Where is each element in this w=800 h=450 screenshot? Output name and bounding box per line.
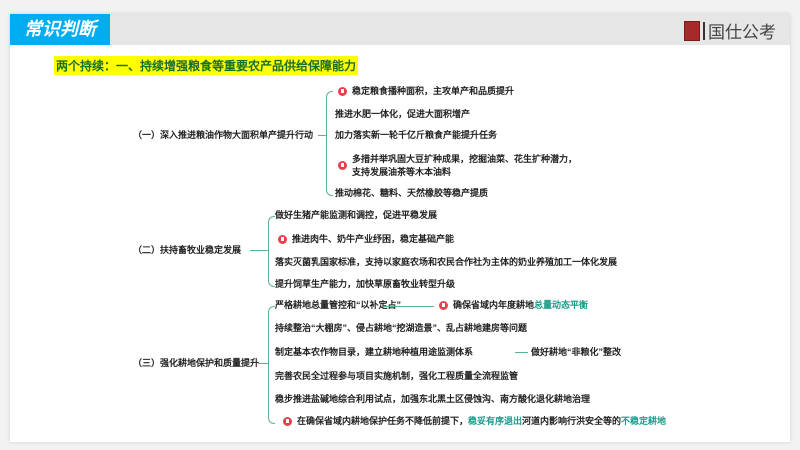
list-item: 推进水肥一体化，促进大面积增产: [335, 109, 471, 119]
connector: [318, 135, 326, 136]
list-item: 稳定粮食播种面积，主攻单产和品质提升: [352, 86, 515, 96]
connector: [250, 250, 268, 251]
logo-icon: [684, 20, 700, 41]
logo-divider: [703, 21, 705, 40]
bracket: [268, 216, 275, 287]
sub-item: 做好耕地“非粮化”整改: [531, 347, 622, 357]
connector: [515, 352, 528, 353]
flag-icon: [338, 161, 347, 170]
list-item: 稳步推进盐碱地综合利用试点，加强东北黑土区侵蚀沟、南方酸化退化耕地治理: [275, 394, 591, 404]
list-item: 严格耕地总量管控和“以补定占”: [275, 300, 402, 310]
highlight: 不稳定耕地: [621, 416, 667, 426]
bracket: [268, 306, 275, 424]
list-item: 加力落实新一轮千亿斤粮食产能提升任务: [335, 130, 498, 140]
section-2-label: （二）扶持畜牧业稳定发展: [133, 245, 242, 255]
list-item: 做好生猪产能监测和调控，促进平稳发展: [275, 210, 438, 220]
flag-icon: [338, 87, 347, 96]
bracket: [326, 91, 333, 196]
highlight: 稳妥有序退出: [468, 416, 523, 426]
section-3-label: （三）强化耕地保护和质量提升: [133, 358, 260, 368]
logo-text: 国仕公考: [708, 23, 776, 42]
list-item: 推进肉牛、奶牛产业纾困，稳定基础产能: [292, 234, 455, 244]
logo: 国仕公考: [684, 18, 776, 43]
list-item: 支持发展油茶等木本油料: [352, 167, 452, 177]
connector: [382, 306, 434, 307]
list-item: 提升饲草生产能力，加快草原畜牧业转型升级: [275, 279, 456, 289]
page-title: 两个持续：一、持续增强粮食等重要农产品供给保障能力: [54, 56, 359, 75]
sub-item-highlight: 总量动态平衡: [534, 300, 589, 310]
list-item: 多措并举巩固大豆扩种成果，挖掘油菜、花生扩种潜力，: [352, 154, 578, 164]
sub-item-text: 确保省域内年度耕地: [453, 300, 535, 310]
flag-icon: [278, 235, 287, 244]
text: 在确保省域内耕地保护任务不降低前提下，: [297, 416, 469, 426]
list-item: 制定基本农作物目录，建立耕地种植用途监测体系: [275, 347, 474, 357]
section-tab: 常识判断: [10, 14, 110, 45]
section-1-label: （一）深入推进粮油作物大面积单产提升行动: [133, 130, 314, 140]
text: 河道内影响行洪安全等的: [522, 416, 622, 426]
flag-icon: [439, 301, 448, 310]
flag-icon: [283, 417, 292, 426]
list-item: 在确保省域内耕地保护任务不降低前提下，稳妥有序退出河道内影响行洪安全等的不稳定耕…: [297, 415, 666, 427]
list-item: 落实灭菌乳国家标准，支持以家庭农场和农民合作社为主体的奶业养殖加工一体化发展: [275, 257, 618, 267]
header-band: [10, 14, 790, 45]
connector: [258, 363, 268, 364]
list-item: 完善农民全过程参与项目实施机制，强化工程质量全流程监管: [275, 371, 519, 381]
list-item: 持续整治“大棚房”、侵占耕地“挖湖造景”、乱占耕地建房等问题: [275, 323, 528, 333]
list-item: 推动棉花、糖料、天然橡胶等稳产提质: [335, 188, 489, 198]
sub-item: 确保省域内年度耕地总量动态平衡: [453, 299, 588, 311]
